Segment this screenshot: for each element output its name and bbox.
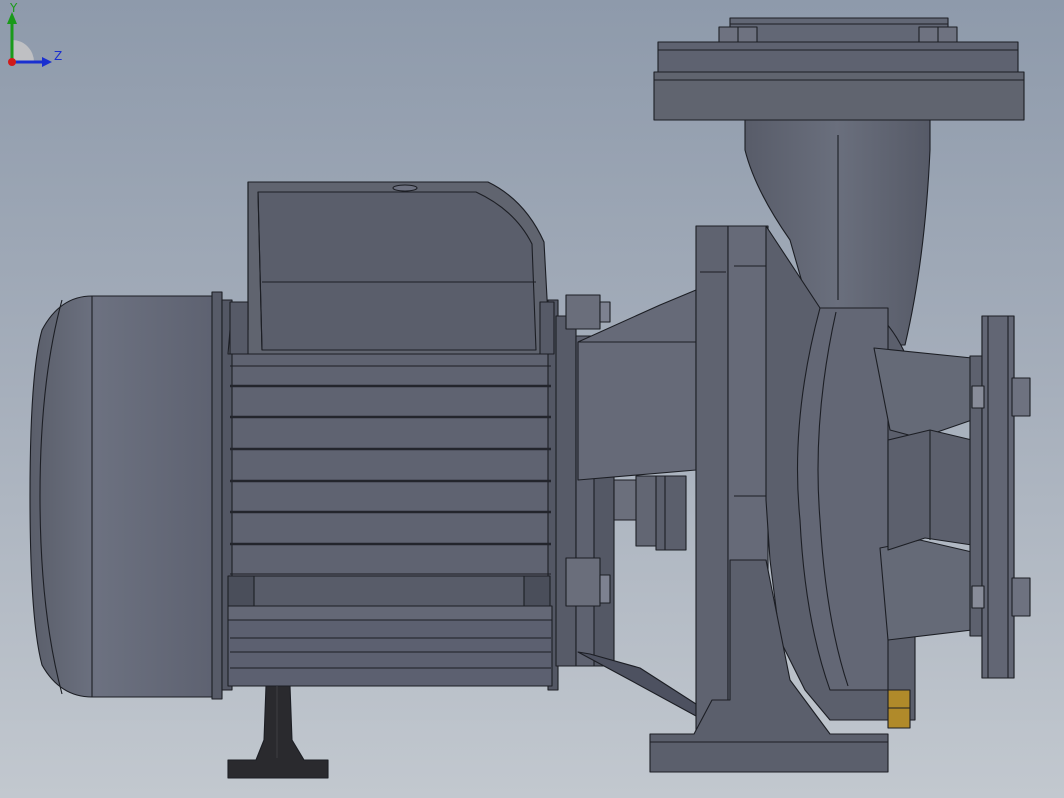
y-axis-label: Y — [9, 1, 18, 15]
flange-nut-bottom — [1011, 577, 1031, 617]
motor-bracket — [555, 289, 697, 717]
bracket-nut-top — [565, 294, 601, 330]
triad-plane-icon — [12, 40, 34, 62]
motor-body — [221, 299, 559, 691]
pump-model — [29, 17, 1031, 779]
tie-rod-nut-right — [523, 575, 551, 607]
bracket-nut-bottom — [565, 557, 601, 607]
tie-rod-nut-left — [227, 575, 255, 607]
z-axis-label: Z — [54, 49, 62, 63]
cad-viewport[interactable]: Y Z — [0, 0, 1064, 798]
coordinate-triad: Y Z — [7, 1, 62, 67]
fan-cover — [29, 291, 223, 700]
terminal-box — [227, 181, 555, 355]
flange-nut-top — [1011, 377, 1031, 417]
motor-foot — [227, 685, 329, 779]
discharge-flange — [653, 17, 1025, 121]
drain-plug — [887, 689, 911, 729]
origin-dot — [8, 58, 16, 66]
suction-flange — [969, 315, 1031, 679]
